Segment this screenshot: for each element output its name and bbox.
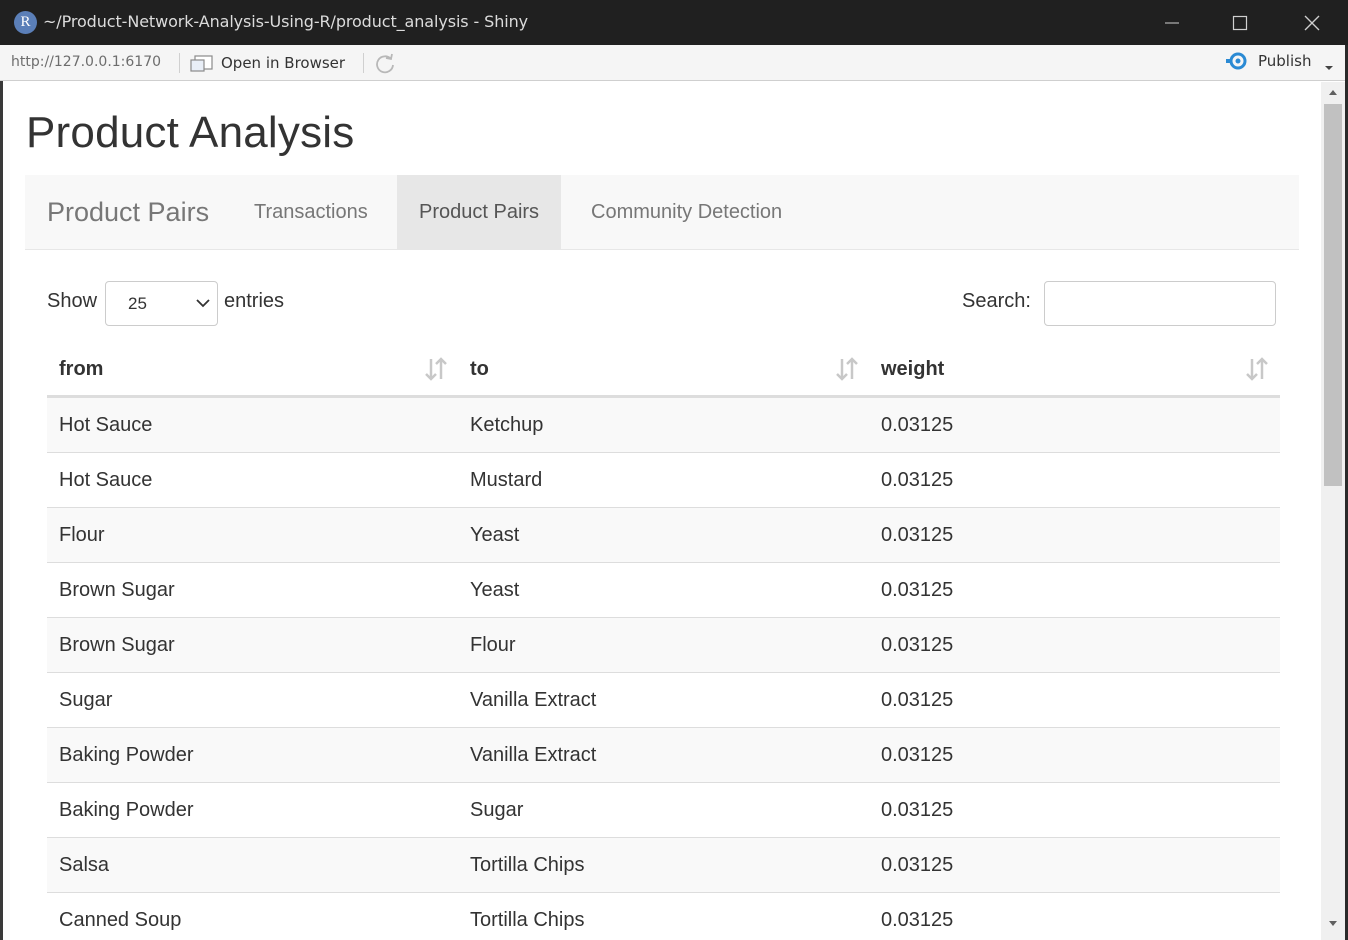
navbar: Product Pairs Transactions Product Pairs… [25,175,1299,250]
cell-to: Vanilla Extract [470,689,597,711]
column-header-from[interactable]: from [47,340,458,398]
cell-weight: 0.03125 [881,469,954,491]
cell-weight: 0.03125 [881,634,954,656]
tab-transactions[interactable]: Transactions [232,175,390,250]
column-header-label: weight [881,358,945,380]
table-row[interactable]: Salsa Tortilla Chips 0.03125 [47,838,1280,893]
cell-from: Flour [59,524,105,546]
viewer-toolbar: http://127.0.0.1:6170 Open in Browser Pu… [0,45,1348,81]
chevron-down-icon [196,299,210,308]
cell-from: Brown Sugar [59,634,175,656]
toolbar-divider [363,53,364,73]
column-header-to[interactable]: to [458,340,869,398]
table-row[interactable]: Hot Sauce Ketchup 0.03125 [47,398,1280,453]
cell-to: Yeast [470,524,520,546]
cell-to: Yeast [470,579,520,601]
minimize-icon [1165,22,1179,23]
page-length-select[interactable]: 25 [105,281,218,326]
table-row[interactable]: Hot Sauce Mustard 0.03125 [47,453,1280,508]
scrollbar-thumb[interactable] [1324,104,1342,486]
cell-weight: 0.03125 [881,909,954,931]
minimize-button[interactable] [1138,0,1206,45]
cell-from: Hot Sauce [59,469,153,491]
table-row[interactable]: Baking Powder Vanilla Extract 0.03125 [47,728,1280,783]
table-row[interactable]: Canned Soup Tortilla Chips 0.03125 [47,893,1280,940]
shiny-app: Product Analysis Product Pairs Transacti… [3,82,1321,940]
cell-to: Ketchup [470,414,544,436]
r-logo-icon: R [14,11,37,34]
caret-down-icon [1325,66,1333,70]
cell-to: Sugar [470,799,524,821]
column-header-label: to [470,358,489,380]
cell-from: Salsa [59,854,110,876]
close-button[interactable] [1278,0,1346,45]
cell-to: Tortilla Chips [470,909,585,931]
publish-icon [1226,52,1247,70]
cell-from: Hot Sauce [59,414,153,436]
cell-weight: 0.03125 [881,799,954,821]
cell-to: Mustard [470,469,543,491]
column-header-weight[interactable]: weight [869,340,1280,398]
maximize-button[interactable] [1206,0,1274,45]
refresh-icon [376,53,394,74]
cell-weight: 0.03125 [881,414,954,436]
publish-button[interactable]: Publish [1226,51,1311,71]
toolbar-divider [179,53,180,73]
cell-weight: 0.03125 [881,524,954,546]
cell-weight: 0.03125 [881,689,954,711]
vertical-scrollbar[interactable] [1321,82,1345,940]
cell-from: Baking Powder [59,799,194,821]
maximize-icon [1232,15,1248,30]
cell-from: Sugar [59,689,113,711]
column-header-label: from [59,358,104,380]
window-title: ~/Product-Network-Analysis-Using-R/produ… [43,12,529,31]
cell-from: Canned Soup [59,909,182,931]
sort-icon [425,357,447,381]
cell-weight: 0.03125 [881,579,954,601]
table-row[interactable]: Brown Sugar Yeast 0.03125 [47,563,1280,618]
search-label: Search: [962,290,1031,312]
table-header: from to weight [47,340,1280,398]
cell-weight: 0.03125 [881,744,954,766]
table-row[interactable]: Brown Sugar Flour 0.03125 [47,618,1280,673]
publish-dropdown-button[interactable] [1324,59,1334,77]
refresh-button[interactable] [373,52,397,81]
tab-product-pairs[interactable]: Product Pairs [397,175,562,250]
show-label: Show [47,290,98,312]
navbar-brand: Product Pairs [47,197,210,227]
scroll-down-arrow-icon[interactable] [1328,920,1338,928]
open-in-browser-button[interactable]: Open in Browser [190,53,345,73]
close-icon [1304,15,1320,30]
open-in-browser-label: Open in Browser [221,54,346,72]
sort-icon [1246,357,1268,381]
table-row[interactable]: Flour Yeast 0.03125 [47,508,1280,563]
window-titlebar: R ~/Product-Network-Analysis-Using-R/pro… [0,0,1348,45]
cell-from: Baking Powder [59,744,194,766]
scroll-up-arrow-icon[interactable] [1328,88,1338,96]
page-length-value: 25 [128,294,147,313]
cell-from: Brown Sugar [59,579,175,601]
table-row[interactable]: Sugar Vanilla Extract 0.03125 [47,673,1280,728]
cell-weight: 0.03125 [881,854,954,876]
table-row[interactable]: Baking Powder Sugar 0.03125 [47,783,1280,838]
sort-icon [836,357,858,381]
publish-label: Publish [1258,52,1312,70]
search-input[interactable] [1044,281,1276,326]
browser-window-icon [190,55,213,72]
cell-to: Flour [470,634,516,656]
data-table: from to weight Hot Sauce Ketchup 0.03125… [47,340,1280,940]
url-display: http://127.0.0.1:6170 [11,54,162,70]
cell-to: Tortilla Chips [470,854,585,876]
tab-community-detection[interactable]: Community Detection [569,175,804,250]
page-title: Product Analysis [26,108,355,157]
entries-label: entries [224,290,285,312]
cell-to: Vanilla Extract [470,744,597,766]
